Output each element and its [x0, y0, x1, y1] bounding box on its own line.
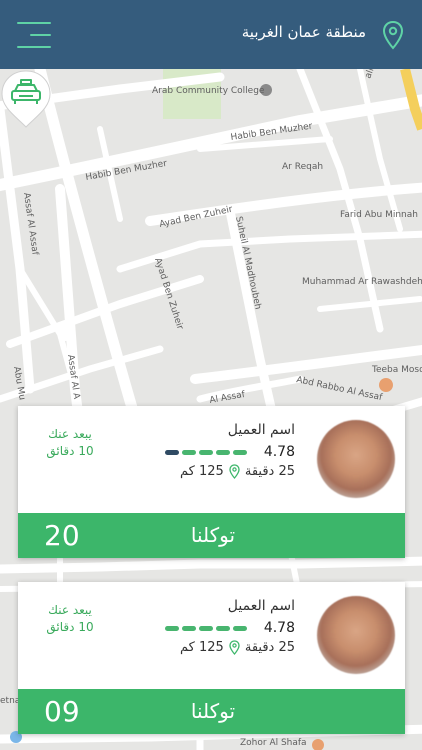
rating-bar [165, 626, 179, 631]
rating-bar [182, 450, 196, 455]
trip-duration: 25 دقيقة [244, 640, 295, 655]
top-bar: منطقة عمان الغربية [0, 0, 422, 69]
eta-time: 10 دقائق [46, 444, 94, 458]
trip-info: 25 دقيقة 125 كم [180, 640, 295, 655]
rating-bar [216, 450, 230, 455]
eta-away: يبعد عنك 10 دقائق [40, 602, 100, 636]
rating-bar [233, 450, 247, 455]
location-pin-icon [229, 640, 240, 655]
rating-bars [165, 450, 247, 455]
rating-bar [165, 450, 179, 455]
accept-label: توكلنا [190, 699, 236, 723]
region-title: منطقة عمان الغربية [241, 23, 366, 41]
trip-info: 25 دقيقة 125 كم [180, 464, 295, 479]
eta-label: يبعد عنك [48, 603, 92, 617]
svg-text:Teeba Mosq: Teeba Mosq [371, 365, 422, 375]
trip-distance: 125 كم [180, 464, 224, 479]
taxi-marker-icon[interactable] [0, 69, 52, 129]
hamburger-icon-line [17, 22, 51, 24]
svg-text:Arab Community College: Arab Community College [152, 86, 265, 96]
rating-bars [165, 626, 247, 631]
trip-duration: 25 دقيقة [244, 464, 295, 479]
customer-name: اسم العميل [227, 598, 295, 614]
eta-label: يبعد عنك [48, 427, 92, 441]
accept-button[interactable]: 20 توكلنا [18, 513, 405, 558]
customer-avatar [317, 420, 395, 498]
menu-button[interactable] [17, 20, 51, 50]
hamburger-icon-line [30, 34, 51, 36]
ride-request-card[interactable]: اسم العميل 4.78 25 دقيقة 125 كم يبعد عنك… [18, 582, 405, 734]
rating-bar [199, 626, 213, 631]
trip-distance: 125 كم [180, 640, 224, 655]
eta-time: 10 دقائق [46, 620, 94, 634]
ride-request-card[interactable]: اسم العميل 4.78 25 دقيقة 125 كم يبعد عنك… [18, 406, 405, 558]
location-pin-icon [229, 464, 240, 479]
customer-avatar [317, 596, 395, 674]
rating-bar [199, 450, 213, 455]
customer-name: اسم العميل [227, 422, 295, 438]
svg-text:Ar Reqah: Ar Reqah [282, 162, 323, 172]
svg-text:Farid Abu Minnah: Farid Abu Minnah [340, 210, 418, 220]
request-count: 20 [44, 519, 80, 552]
rating-bar [216, 626, 230, 631]
customer-rating: 4.78 [263, 620, 295, 636]
svg-text:Zohor Al Shafa: Zohor Al Shafa [240, 738, 307, 748]
customer-rating: 4.78 [263, 444, 295, 460]
accept-label: توكلنا [190, 523, 236, 547]
map-pin-icon[interactable] [382, 20, 404, 50]
svg-text:Muhammad Ar Rawashdeh: Muhammad Ar Rawashdeh [302, 277, 422, 287]
hamburger-icon-line [17, 46, 51, 48]
request-count: 09 [44, 695, 80, 728]
accept-button[interactable]: 09 توكلنا [18, 689, 405, 734]
rating-bar [233, 626, 247, 631]
rating-bar [182, 626, 196, 631]
eta-away: يبعد عنك 10 دقائق [40, 426, 100, 460]
